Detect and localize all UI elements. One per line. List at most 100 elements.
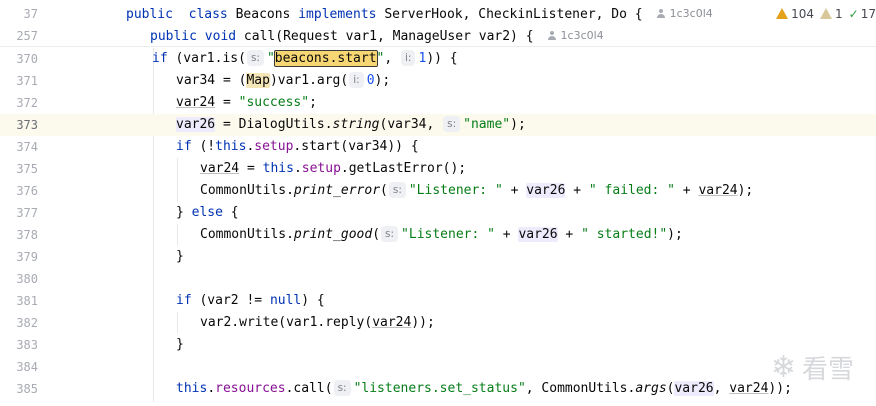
code-token: call(Request var1, ManageUser var2) { [236,29,534,44]
code-line[interactable]: 377 } else { [0,202,876,224]
code-token: . [207,381,216,396]
keyword: implements [298,7,377,22]
line-number[interactable]: 377 [0,202,38,224]
user-icon [548,31,557,40]
code-token: + [674,183,699,198]
code-token: + [494,227,519,242]
code-token: ServerHook, CheckinListener, Do { [376,7,643,22]
code-line[interactable]: 380 [0,268,876,290]
code-text[interactable]: CommonUtils.print_good(s: "Listener: " + … [200,224,683,246]
code-line[interactable]: 371 var34 = (Map)var1.arg(i: 0); [0,70,876,92]
code-token: , [384,51,401,66]
line-number[interactable]: 385 [0,378,38,400]
sticky-code-line[interactable]: public class Beacons implements ServerHo… [126,3,713,26]
field: setup [301,161,341,176]
code-token: )) [426,51,442,66]
code-token: (! [191,139,216,154]
line-number[interactable]: 37 [0,3,38,25]
line-number[interactable]: 373 [0,114,38,136]
code-token: , CommonUtils. [525,381,636,396]
code-line[interactable]: 370 if (var1.is(s: "beacons.start", i: 1)) … [0,48,876,70]
code-text[interactable]: CommonUtils.print_error(s: "Listener: " +… [200,180,753,202]
code-text[interactable]: var34 = (Map)var1.arg(i: 0); [176,70,390,92]
weak-warnings-count[interactable]: 1 [820,7,843,21]
line-number[interactable]: 371 [0,70,38,92]
code-line[interactable]: 376 CommonUtils.print_error(s: "Listener: … [0,180,876,202]
warnings-count[interactable]: 104 [776,7,814,21]
code-line[interactable]: 385 this.resources.call(s: "listeners.set_… [0,378,876,400]
static-method: print_good [293,227,373,242]
line-number[interactable]: 380 [0,268,38,290]
code-token: = [215,95,239,110]
code-text[interactable]: if (var1.is(s: "beacons.start", i: 1)) { [152,48,458,70]
code-token: ); [667,227,683,242]
code-text[interactable]: } [176,246,184,268]
inspection-widget[interactable]: 104 1 ✓ 17 [770,4,876,24]
line-number[interactable]: 378 [0,224,38,246]
line-number[interactable]: 379 [0,246,38,268]
weak-warning-icon [820,8,833,19]
code-line[interactable]: 379} [0,246,876,268]
static-method: args [635,381,667,396]
line-number[interactable]: 375 [0,158,38,180]
code-line-current[interactable]: 373 var26 = DialogUtils.string(var34, s: "… [0,114,876,136]
line-number[interactable]: 374 [0,136,38,158]
parameter-hint: i: [349,72,364,88]
code-text[interactable]: } [176,334,184,356]
code-line[interactable]: 374 if (!this.setup.start(var34)) { [0,136,876,158]
code-token: ); [737,183,754,198]
code-token: + [557,227,582,242]
typos-count[interactable]: ✓ 17 [849,7,876,21]
line-number[interactable]: 384 [0,356,38,378]
parameter-hint: s: [388,182,406,198]
line-number[interactable]: 370 [0,48,38,70]
highlighted-type: Map [246,73,270,88]
code-token: var2.write(var1.reply( [200,315,373,330]
code-token: ) { [301,293,325,308]
code-token: CommonUtils. [200,183,294,198]
string-literal: "Listener: " [401,227,495,242]
sticky-code-line[interactable]: public void call(Request var1, ManageUse… [150,25,604,48]
code-text[interactable]: var26 = DialogUtils.string(var34, s: "nam… [176,114,526,136]
vcs-author-inlay[interactable]: 1c3c0l4 [548,25,604,47]
code-text[interactable]: } else { [176,202,239,224]
line-number[interactable]: 376 [0,180,38,202]
string-literal: " started!" [581,227,668,242]
keyword: class [188,7,228,22]
code-text[interactable]: this.resources.call(s: "listeners.set_sta… [176,378,792,400]
editor-bottom-edge [0,402,876,406]
string-literal: " [266,51,275,66]
code-line[interactable]: 382 var2.write(var1.reply(var24)); [0,312,876,334]
code-text[interactable]: var24 = this.setup.getLastError(); [200,158,466,180]
check-icon: ✓ [848,7,859,21]
line-number[interactable]: 383 [0,334,38,356]
code-text[interactable]: var2.write(var1.reply(var24)); [200,312,435,334]
code-text[interactable]: var24 = "success"; [176,92,317,114]
code-line[interactable]: 372 var24 = "success"; [0,92,876,114]
parameter-hint: s: [443,116,461,132]
line-number[interactable]: 381 [0,290,38,312]
line-number[interactable]: 372 [0,92,38,114]
author-name: 1c3c0l4 [560,29,604,42]
line-number[interactable]: 257 [0,25,38,47]
code-line[interactable]: 375 var24 = this.setup.getLastError(); [0,158,876,180]
sticky-header-class[interactable]: 37 public class Beacons implements Serve… [0,3,876,25]
code-line[interactable]: 378 CommonUtils.print_good(s: "Listener: "… [0,224,876,246]
code-token: Beacons [227,7,299,22]
code-line[interactable]: 381 if (var2 != null) { [0,290,876,312]
highlighted-variable: var26 [674,381,714,396]
editor-code-area[interactable]: 370 if (var1.is(s: "beacons.start", i: 1)) … [0,48,876,400]
line-number[interactable]: 382 [0,312,38,334]
reassigned-variable: var24 [729,381,769,396]
highlighted-variable: var26 [526,183,566,198]
code-token: .call( [285,381,333,396]
code-text[interactable]: if (var2 != null) { [176,290,325,312]
parameter-hint: s: [246,50,264,66]
vcs-author-inlay[interactable]: 1c3c0l4 [657,3,713,25]
sticky-header-method[interactable]: 257 public void call(Request var1, Manag… [0,25,876,47]
code-text[interactable]: if (!this.setup.start(var34)) { [176,136,419,158]
code-line[interactable]: 384 [0,356,876,378]
code-token: ( [380,183,388,198]
highlighted-variable: var26 [518,227,558,242]
code-line[interactable]: 383} [0,334,876,356]
